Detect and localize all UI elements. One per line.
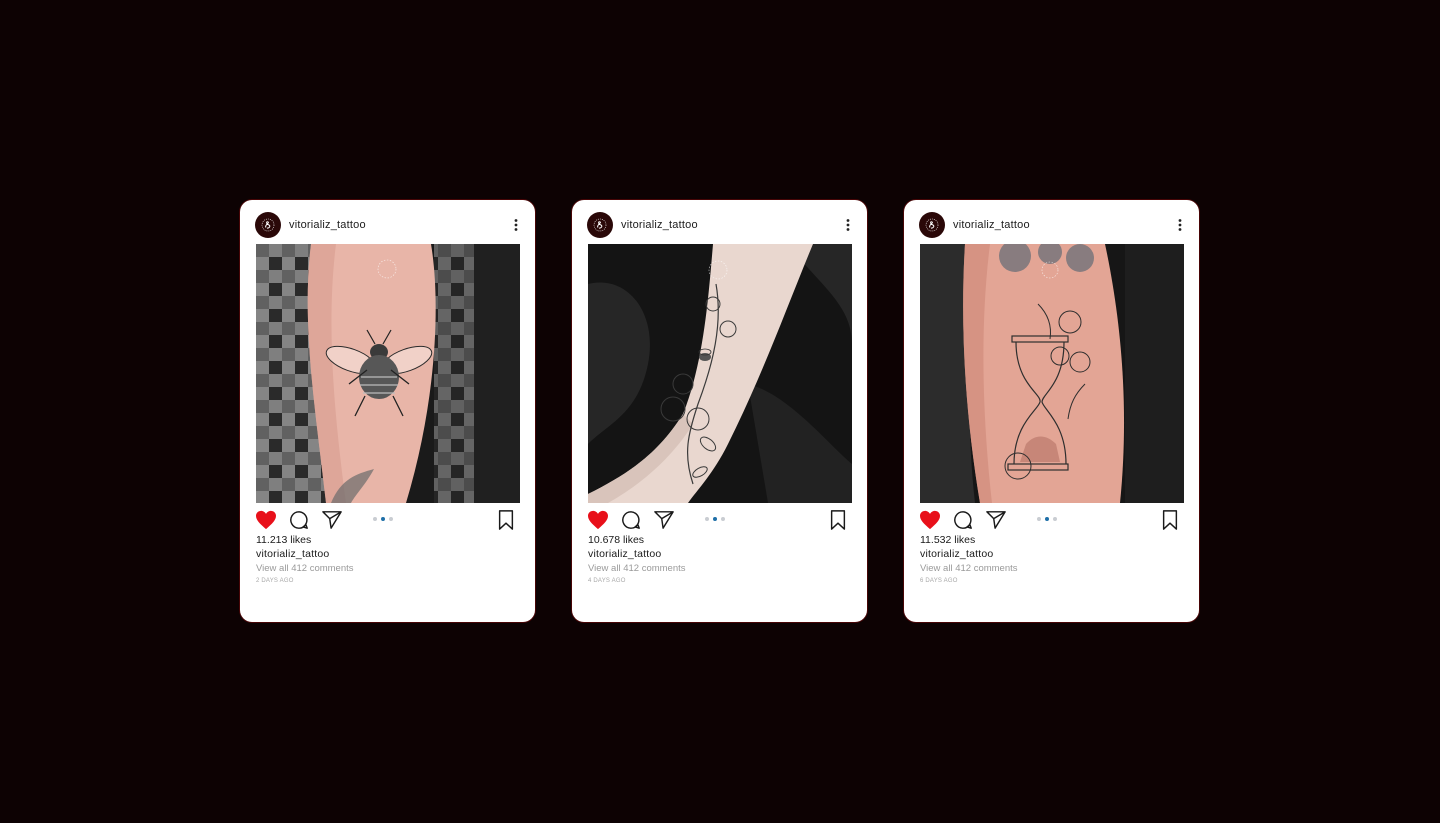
post-actions <box>255 509 523 531</box>
bookmark-icon[interactable] <box>495 509 517 531</box>
post-header: vitorializ_tattoo <box>255 212 521 238</box>
heart-icon[interactable] <box>255 509 277 531</box>
carousel-dot <box>1037 517 1041 521</box>
post-card: vitorializ_tattoo <box>240 200 535 622</box>
post-photo[interactable] <box>588 244 852 503</box>
carousel-dot <box>721 517 725 521</box>
caption-username[interactable]: vitorializ_tattoo <box>256 548 329 560</box>
post-timestamp: 6 DAYS AGO <box>920 578 958 584</box>
bookmark-icon[interactable] <box>1159 509 1181 531</box>
post-header: vitorializ_tattoo <box>919 212 1185 238</box>
share-icon[interactable] <box>321 509 343 531</box>
feed-stage: vitorializ_tattoo 11.213 likes vitoriali… <box>0 0 1440 823</box>
carousel-indicator <box>373 517 393 521</box>
caption-username[interactable]: vitorializ_tattoo <box>920 548 993 560</box>
carousel-dot <box>373 517 377 521</box>
share-icon[interactable] <box>985 509 1007 531</box>
carousel-dot-active <box>713 517 717 521</box>
post-actions <box>919 509 1187 531</box>
view-comments-link[interactable]: View all 412 comments <box>920 563 1018 574</box>
likes-count[interactable]: 10.678 likes <box>588 534 644 546</box>
post-timestamp: 4 DAYS AGO <box>588 578 626 584</box>
post-username[interactable]: vitorializ_tattoo <box>953 219 1030 231</box>
carousel-dot <box>705 517 709 521</box>
avatar[interactable] <box>919 212 945 238</box>
post-timestamp: 2 DAYS AGO <box>256 578 294 584</box>
post-photo[interactable] <box>920 244 1184 503</box>
avatar-logo-icon <box>261 218 275 232</box>
view-comments-link[interactable]: View all 412 comments <box>588 563 686 574</box>
avatar[interactable] <box>587 212 613 238</box>
share-icon[interactable] <box>653 509 675 531</box>
avatar-logo-icon <box>925 218 939 232</box>
likes-count[interactable]: 11.532 likes <box>920 534 975 546</box>
carousel-dot-active <box>1045 517 1049 521</box>
carousel-indicator <box>1037 517 1057 521</box>
comment-icon[interactable] <box>952 509 974 531</box>
more-options-icon[interactable] <box>511 216 521 234</box>
carousel-dot <box>389 517 393 521</box>
post-photo[interactable] <box>256 244 520 503</box>
post-username[interactable]: vitorializ_tattoo <box>621 219 698 231</box>
more-options-icon[interactable] <box>1175 216 1185 234</box>
avatar-logo-icon <box>593 218 607 232</box>
bookmark-icon[interactable] <box>827 509 849 531</box>
avatar[interactable] <box>255 212 281 238</box>
post-header: vitorializ_tattoo <box>587 212 853 238</box>
heart-icon[interactable] <box>587 509 609 531</box>
carousel-dot <box>1053 517 1057 521</box>
post-actions <box>587 509 855 531</box>
view-comments-link[interactable]: View all 412 comments <box>256 563 354 574</box>
post-card: vitorializ_tattoo <box>904 200 1199 622</box>
caption-username[interactable]: vitorializ_tattoo <box>588 548 661 560</box>
likes-count[interactable]: 11.213 likes <box>256 534 311 546</box>
comment-icon[interactable] <box>620 509 642 531</box>
carousel-dot-active <box>381 517 385 521</box>
carousel-indicator <box>705 517 725 521</box>
heart-icon[interactable] <box>919 509 941 531</box>
post-username[interactable]: vitorializ_tattoo <box>289 219 366 231</box>
comment-icon[interactable] <box>288 509 310 531</box>
more-options-icon[interactable] <box>843 216 853 234</box>
post-card: vitorializ_tattoo <box>572 200 867 622</box>
